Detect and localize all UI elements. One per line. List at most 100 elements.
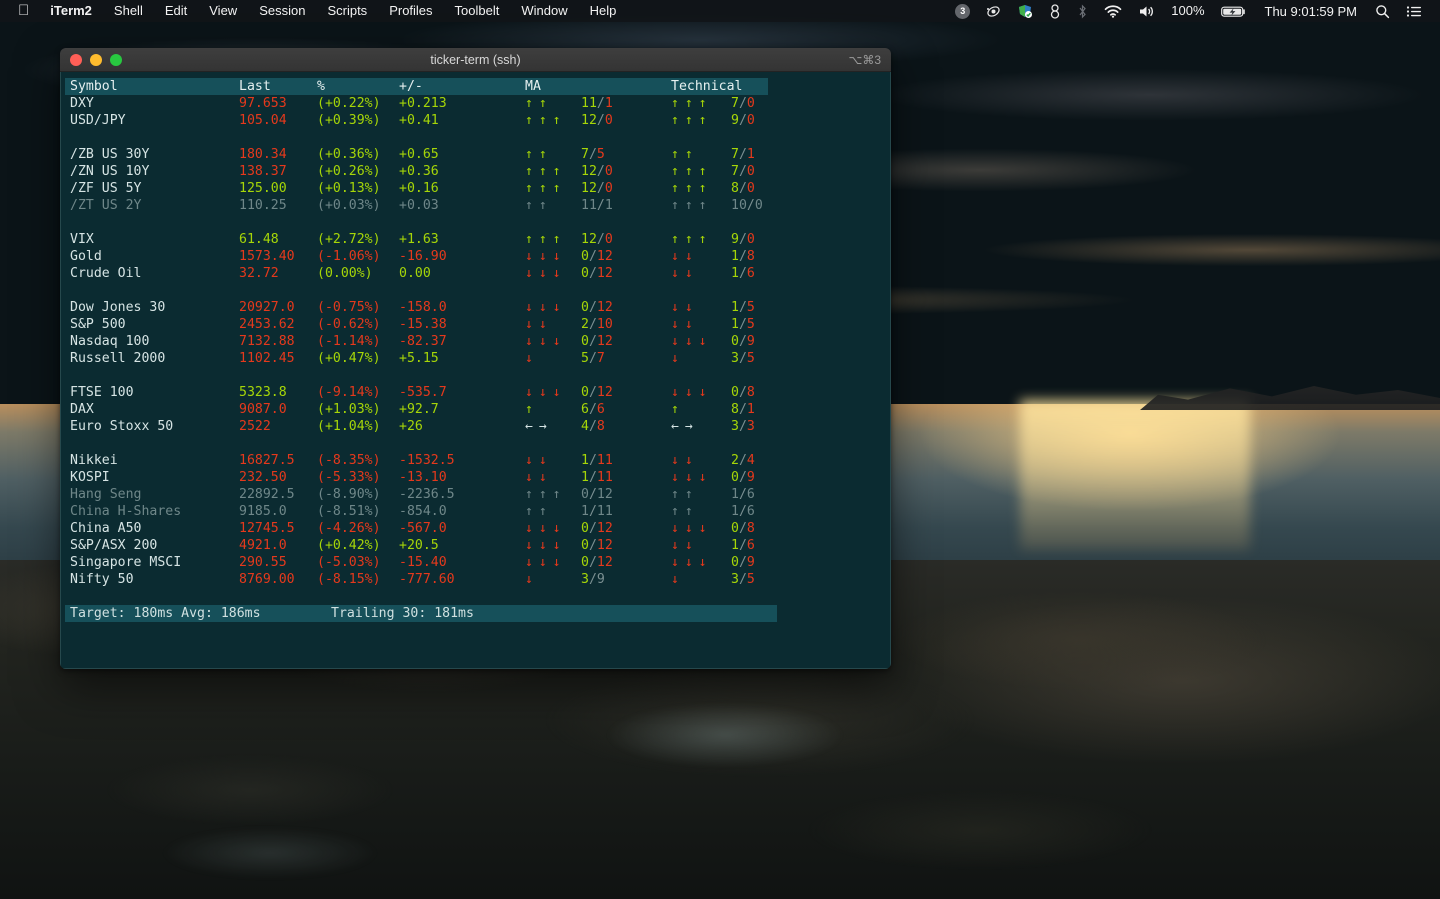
keybase-icon[interactable] [1041, 3, 1069, 19]
battery-charging-icon[interactable] [1213, 4, 1255, 19]
ma-ratio-denominator: 12 [596, 538, 613, 553]
table-row[interactable]: FTSE 100 5323.8 (-9.14%) -535.7 ↓ ↓ ↓ 0/12 ↓ ↓ ↓ 0/… [61, 384, 890, 401]
menu-item-help[interactable]: Help [579, 0, 628, 22]
cell-ma-arrows: ↓ ↓ ↓ [525, 333, 560, 350]
apple-logo-icon[interactable]:  [10, 0, 39, 22]
cell-technical-ratio: 0/9 [731, 469, 755, 486]
cell-symbol: /ZN US 10Y [70, 164, 150, 179]
wifi-icon[interactable] [1096, 4, 1130, 19]
table-row[interactable]: DAX 9087.0 (+1.03%) +92.7 ↑ 6/6 ↑ 8/1 [61, 401, 890, 418]
table-row[interactable]: Hang Seng 22892.5 (-8.90%) -2236.5 ↑ ↑ ↑ 0/12 ↑ ↑… [61, 486, 890, 503]
iterm2-window[interactable]: ticker-term (ssh) ⌥⌘3 Symbol Last % +/- … [60, 48, 891, 669]
column-header-technical: Technical [671, 79, 743, 94]
table-row[interactable]: /ZB US 30Y 180.34 (+0.36%) +0.65 ↑ ↑ 7/5 ↑ ↑ 7/1 [61, 146, 890, 163]
search-icon[interactable] [1367, 4, 1398, 19]
cell-ma-ratio: 12/0 [581, 231, 613, 248]
cell-last: 138.37 [239, 164, 287, 179]
cell-symbol: China A50 [70, 521, 142, 536]
menu-item-view[interactable]: View [198, 0, 248, 22]
arrow-up-icon: ↑ [671, 147, 679, 162]
cell-percent: (+0.42%) [317, 538, 381, 553]
zoom-button[interactable] [110, 53, 122, 66]
ma-ratio-slash: / [596, 164, 605, 179]
minimize-button[interactable] [90, 53, 102, 66]
table-row[interactable]: Singapore MSCI 290.55 (-5.03%) -15.40 ↓ ↓ ↓ 0/1… [61, 554, 890, 571]
table-row[interactable]: Nifty 50 8769.00 (-8.15%) -777.60 ↓ 3/9 ↓ 3/5 [61, 571, 890, 588]
ma-ratio-denominator: 12 [596, 385, 613, 400]
table-row[interactable]: DXY 97.653 (+0.22%) +0.213 ↑ ↑ 11/1 ↑ ↑ ↑ 7/0 [61, 95, 890, 112]
table-row[interactable]: /ZN US 10Y 138.37 (+0.26%) +0.36 ↑ ↑ ↑ 12/0 ↑ ↑ ↑ 7… [61, 163, 890, 180]
table-row[interactable]: USD/JPY 105.04 (+0.39%) +0.41 ↑ ↑ ↑ 12/0 ↑ ↑ ↑ 9/0 [61, 112, 890, 129]
cell-technical-arrows: ↑ ↑ ↑ [671, 197, 706, 214]
technical-ratio-numerator: 1 [731, 538, 739, 553]
terminal-output[interactable]: Symbol Last % +/- MA Technical DXY 97.653… [60, 72, 891, 669]
technical-ratio-numerator: 1 [731, 317, 739, 332]
ma-ratio-numerator: 0 [581, 300, 589, 315]
window-traffic-lights [60, 53, 122, 66]
table-row[interactable]: KOSPI 232.50 (-5.33%) -13.10 ↓ ↓ 1/11 ↓ ↓ ↓ 0/9 [61, 469, 890, 486]
technical-ratio-numerator: 0 [731, 521, 739, 536]
table-row[interactable]: Nikkei 16827.5 (-8.35%) -1532.5 ↓ ↓ 1/11 ↓ ↓ 2/4 [61, 452, 890, 469]
table-row[interactable]: S&P 500 2453.62 (-0.62%) -15.38 ↓ ↓ 2/10 ↓ ↓ 1/5 [61, 316, 890, 333]
cell-last: 4921.0 [239, 538, 287, 553]
arrow-down-icon: ↓ [671, 334, 679, 349]
menu-bar-clock[interactable]: Thu 9:01:59 PM [1255, 4, 1368, 19]
table-row[interactable]: VIX 61.48 (+2.72%) +1.63 ↑ ↑ ↑ 12/0 ↑ ↑ ↑ 9/0 [61, 231, 890, 248]
table-row[interactable]: Crude Oil 32.72 (0.00%) 0.00 ↓ ↓ ↓ 0/12 ↓ ↓ 1/6 [61, 265, 890, 282]
arrow-up-icon: ↑ [698, 113, 707, 128]
arrow-down-icon: ↓ [525, 555, 533, 570]
window-titlebar[interactable]: ticker-term (ssh) ⌥⌘3 [60, 48, 891, 72]
table-row[interactable]: Dow Jones 30 20927.0 (-0.75%) -158.0 ↓ ↓ ↓ 0/12… [61, 299, 890, 316]
arrow-up-icon: ↑ [552, 164, 561, 179]
bluetooth-icon[interactable] [1069, 4, 1096, 19]
cell-change: +0.03 [399, 198, 439, 213]
table-row[interactable]: China H-Shares 9185.0 (-8.51%) -854.0 ↑ ↑ 1/11… [61, 503, 890, 520]
table-row[interactable]: Nasdaq 100 7132.88 (-1.14%) -82.37 ↓ ↓ ↓ 0/12 ↓ ↓… [61, 333, 890, 350]
ma-ratio-slash: / [588, 385, 597, 400]
orbit-icon[interactable] [978, 4, 1009, 19]
table-row[interactable]: Euro Stoxx 50 2522 (+1.04%) +26 ← → 4/8 ← → 3/3 [61, 418, 890, 435]
table-row[interactable]: Gold 1573.40 (-1.06%) -16.90 ↓ ↓ ↓ 0/12 ↓ ↓ 1/8 [61, 248, 890, 265]
technical-ratio-denominator: 5 [746, 300, 755, 315]
technical-ratio-denominator: 6 [746, 538, 755, 553]
menu-item-scripts[interactable]: Scripts [316, 0, 378, 22]
ma-ratio-numerator: 12 [581, 113, 597, 128]
technical-ratio-denominator: 1 [746, 147, 755, 162]
menu-item-session[interactable]: Session [248, 0, 316, 22]
cell-ma-arrows: ↓ ↓ ↓ [525, 248, 560, 265]
cell-ma-arrows: ↑ ↑ ↑ [525, 112, 560, 129]
arrow-down-icon: ↓ [671, 317, 679, 332]
column-header-symbol: Symbol [70, 79, 118, 94]
technical-ratio-slash: / [738, 164, 747, 179]
arrow-up-icon: ↑ [525, 164, 533, 179]
arrow-down-icon: ↓ [552, 300, 561, 315]
table-row[interactable]: China A50 12745.5 (-4.26%) -567.0 ↓ ↓ ↓ 0/12 ↓ ↓ ↓… [61, 520, 890, 537]
cell-last: 8769.00 [239, 572, 295, 587]
notification-badge-icon[interactable]: 3 [947, 3, 978, 19]
close-button[interactable] [70, 53, 82, 66]
menu-item-profiles[interactable]: Profiles [378, 0, 443, 22]
table-row[interactable]: Russell 2000 1102.45 (+0.47%) +5.15 ↓ 5/7 ↓ 3/5 [61, 350, 890, 367]
cell-technical-ratio: 1/5 [731, 299, 755, 316]
menu-item-toolbelt[interactable]: Toolbelt [444, 0, 511, 22]
volume-icon[interactable] [1130, 4, 1163, 19]
technical-ratio-slash: / [738, 181, 747, 196]
menu-item-app[interactable]: iTerm2 [39, 0, 103, 22]
menu-item-edit[interactable]: Edit [154, 0, 198, 22]
cell-change: -158.0 [399, 300, 447, 315]
app-badge-icon[interactable] [1009, 4, 1041, 19]
menu-item-window[interactable]: Window [510, 0, 578, 22]
technical-ratio-numerator: 0 [731, 334, 739, 349]
arrow-down-icon: ↓ [538, 334, 547, 349]
table-row[interactable]: /ZT US 2Y 110.25 (+0.03%) +0.03 ↑ ↑ 11/1 ↑ ↑ ↑ 10/… [61, 197, 890, 214]
technical-ratio-slash: / [738, 402, 747, 417]
arrow-down-icon: ↓ [552, 521, 561, 536]
control-center-icon[interactable] [1398, 4, 1430, 19]
table-row[interactable]: S&P/ASX 200 4921.0 (+0.42%) +20.5 ↓ ↓ ↓ 0/12 ↓ ↓ 1… [61, 537, 890, 554]
technical-ratio-numerator: 1 [731, 300, 739, 315]
menu-item-shell[interactable]: Shell [103, 0, 154, 22]
cell-symbol: Gold [70, 249, 102, 264]
arrow-up-icon: ↑ [698, 96, 707, 111]
table-row[interactable]: /ZF US 5Y 125.00 (+0.13%) +0.16 ↑ ↑ ↑ 12/0 ↑ ↑ ↑ 8/… [61, 180, 890, 197]
cell-change: -1532.5 [399, 453, 455, 468]
